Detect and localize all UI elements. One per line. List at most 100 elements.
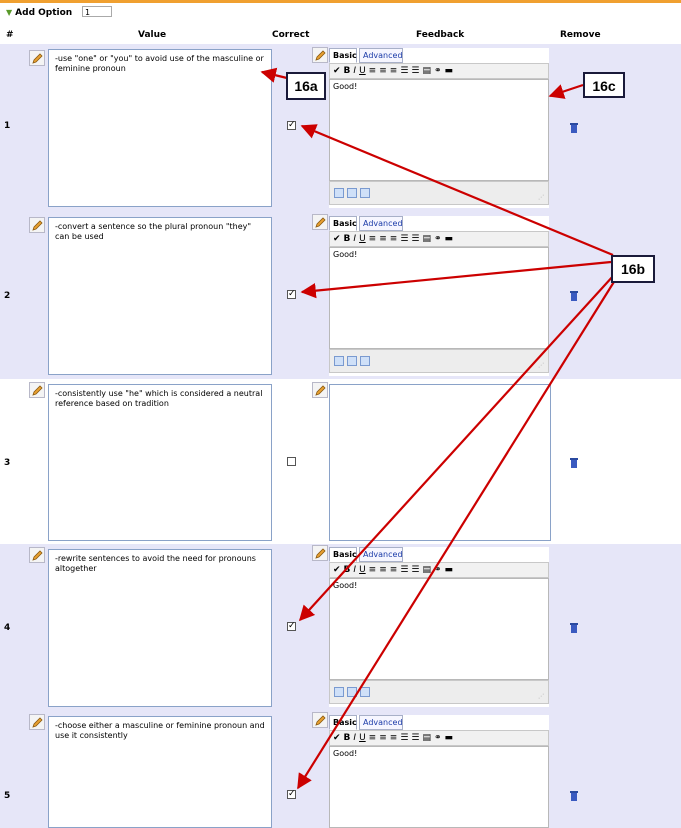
underline-icon[interactable]: U (359, 731, 366, 745)
bullet-list-icon[interactable]: ☰ (400, 563, 408, 577)
feedback-textarea[interactable] (329, 384, 551, 541)
correct-checkbox[interactable]: ✓ (287, 290, 296, 299)
preview-icon[interactable] (347, 687, 357, 697)
paste-icon[interactable]: ▤ (422, 563, 431, 577)
insert-icon[interactable] (334, 687, 344, 697)
bullet-list-icon[interactable]: ☰ (400, 232, 408, 246)
italic-icon[interactable]: I (353, 64, 356, 78)
number-list-icon[interactable]: ☰ (411, 64, 419, 78)
align-justify-icon[interactable]: ≡ (390, 64, 398, 78)
feedback-textarea[interactable]: Good! (329, 746, 549, 828)
spellcheck-icon[interactable]: ✔ (333, 64, 341, 78)
number-list-icon[interactable]: ☰ (411, 563, 419, 577)
tab-basic[interactable]: Basic (329, 715, 357, 730)
italic-icon[interactable]: I (353, 232, 356, 246)
add-option-count-input[interactable]: 1 (82, 6, 112, 17)
trash-icon[interactable] (570, 291, 578, 301)
bold-icon[interactable]: B (344, 563, 351, 577)
underline-icon[interactable]: U (359, 232, 366, 246)
spellcheck-icon[interactable]: ✔ (333, 232, 341, 246)
edit-feedback-pencil-icon[interactable] (312, 382, 328, 398)
align-left-icon[interactable]: ≡ (369, 64, 377, 78)
insert-icon[interactable] (334, 356, 344, 366)
feedback-textarea[interactable]: Good! (329, 247, 549, 349)
edit-value-pencil-icon[interactable] (29, 382, 45, 398)
value-textarea[interactable]: -rewrite sentences to avoid the need for… (48, 549, 272, 707)
fullscreen-icon[interactable] (360, 188, 370, 198)
correct-checkbox[interactable]: ✓ (287, 121, 296, 130)
paste-icon[interactable]: ▤ (422, 232, 431, 246)
value-textarea[interactable]: -choose either a masculine or feminine p… (48, 716, 272, 828)
value-textarea[interactable]: -convert a sentence so the plural pronou… (48, 217, 272, 375)
edit-feedback-pencil-icon[interactable] (312, 214, 328, 230)
edit-value-pencil-icon[interactable] (29, 547, 45, 563)
edit-feedback-pencil-icon[interactable] (312, 712, 328, 728)
tab-advanced[interactable]: Advanced (359, 547, 403, 562)
trash-icon[interactable] (570, 791, 578, 801)
correct-checkbox[interactable] (287, 457, 296, 466)
hr-icon[interactable]: ▬ (445, 731, 454, 745)
spellcheck-icon[interactable]: ✔ (333, 563, 341, 577)
number-list-icon[interactable]: ☰ (411, 232, 419, 246)
preview-icon[interactable] (347, 188, 357, 198)
align-left-icon[interactable]: ≡ (369, 731, 377, 745)
bold-icon[interactable]: B (344, 232, 351, 246)
paste-icon[interactable]: ▤ (422, 731, 431, 745)
value-textarea[interactable]: -use "one" or "you" to avoid use of the … (48, 49, 272, 207)
hr-icon[interactable]: ▬ (445, 64, 454, 78)
correct-checkbox[interactable]: ✓ (287, 790, 296, 799)
trash-icon[interactable] (570, 623, 578, 633)
tab-basic[interactable]: Basic (329, 547, 357, 562)
correct-checkbox[interactable]: ✓ (287, 622, 296, 631)
spellcheck-icon[interactable]: ✔ (333, 731, 341, 745)
bold-icon[interactable]: B (344, 731, 351, 745)
value-textarea[interactable]: -consistently use "he" which is consider… (48, 384, 272, 541)
link-icon[interactable]: ⚭ (434, 64, 442, 78)
underline-icon[interactable]: U (359, 64, 366, 78)
align-justify-icon[interactable]: ≡ (390, 563, 398, 577)
align-justify-icon[interactable]: ≡ (390, 731, 398, 745)
align-center-icon[interactable]: ≡ (379, 563, 387, 577)
align-justify-icon[interactable]: ≡ (390, 232, 398, 246)
tab-advanced[interactable]: Advanced (359, 48, 403, 63)
number-list-icon[interactable]: ☰ (411, 731, 419, 745)
bullet-list-icon[interactable]: ☰ (400, 64, 408, 78)
edit-value-pencil-icon[interactable] (29, 217, 45, 233)
tab-basic[interactable]: Basic (329, 216, 357, 231)
resize-grip-icon[interactable]: ⋰ (538, 194, 544, 201)
tab-basic[interactable]: Basic (329, 48, 357, 63)
add-option-button[interactable]: ▼ Add Option (6, 8, 72, 18)
fullscreen-icon[interactable] (360, 687, 370, 697)
feedback-textarea[interactable]: Good! (329, 79, 549, 181)
bold-icon[interactable]: B (344, 64, 351, 78)
italic-icon[interactable]: I (353, 731, 356, 745)
align-left-icon[interactable]: ≡ (369, 563, 377, 577)
edit-feedback-pencil-icon[interactable] (312, 47, 328, 63)
hr-icon[interactable]: ▬ (445, 232, 454, 246)
underline-icon[interactable]: U (359, 563, 366, 577)
paste-icon[interactable]: ▤ (422, 64, 431, 78)
edit-value-pencil-icon[interactable] (29, 714, 45, 730)
insert-icon[interactable] (334, 188, 344, 198)
resize-grip-icon[interactable]: ⋰ (538, 362, 544, 369)
align-center-icon[interactable]: ≡ (379, 64, 387, 78)
feedback-textarea[interactable]: Good! (329, 578, 549, 680)
edit-feedback-pencil-icon[interactable] (312, 545, 328, 561)
align-center-icon[interactable]: ≡ (379, 232, 387, 246)
link-icon[interactable]: ⚭ (434, 731, 442, 745)
trash-icon[interactable] (570, 123, 578, 133)
preview-icon[interactable] (347, 356, 357, 366)
link-icon[interactable]: ⚭ (434, 563, 442, 577)
resize-grip-icon[interactable]: ⋰ (538, 693, 544, 700)
tab-advanced[interactable]: Advanced (359, 216, 403, 231)
align-left-icon[interactable]: ≡ (369, 232, 377, 246)
edit-value-pencil-icon[interactable] (29, 50, 45, 66)
tab-advanced[interactable]: Advanced (359, 715, 403, 730)
hr-icon[interactable]: ▬ (445, 563, 454, 577)
fullscreen-icon[interactable] (360, 356, 370, 366)
bullet-list-icon[interactable]: ☰ (400, 731, 408, 745)
link-icon[interactable]: ⚭ (434, 232, 442, 246)
trash-icon[interactable] (570, 458, 578, 468)
align-center-icon[interactable]: ≡ (379, 731, 387, 745)
italic-icon[interactable]: I (353, 563, 356, 577)
